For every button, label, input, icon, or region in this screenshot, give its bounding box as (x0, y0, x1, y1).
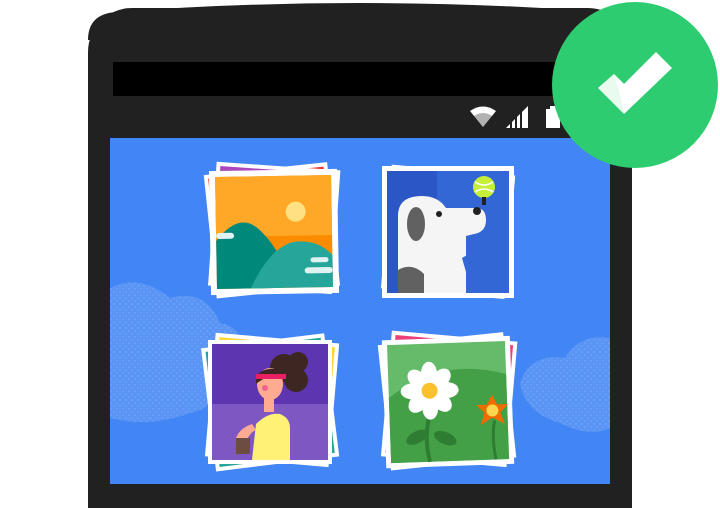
photo-stack-landscape[interactable] (200, 160, 350, 302)
success-badge (552, 2, 718, 168)
photo-stack-dog[interactable] (376, 162, 524, 304)
cellular-signal-icon (506, 106, 528, 128)
phone-screen (110, 138, 610, 484)
photo-stack-portrait[interactable] (198, 328, 348, 474)
background-clouds (110, 282, 610, 432)
checkmark-icon (598, 52, 672, 114)
status-bar (110, 100, 610, 138)
phone-earpiece-bar (113, 62, 589, 96)
photo-stack-flowers[interactable] (372, 326, 528, 476)
wifi-icon (470, 106, 496, 127)
